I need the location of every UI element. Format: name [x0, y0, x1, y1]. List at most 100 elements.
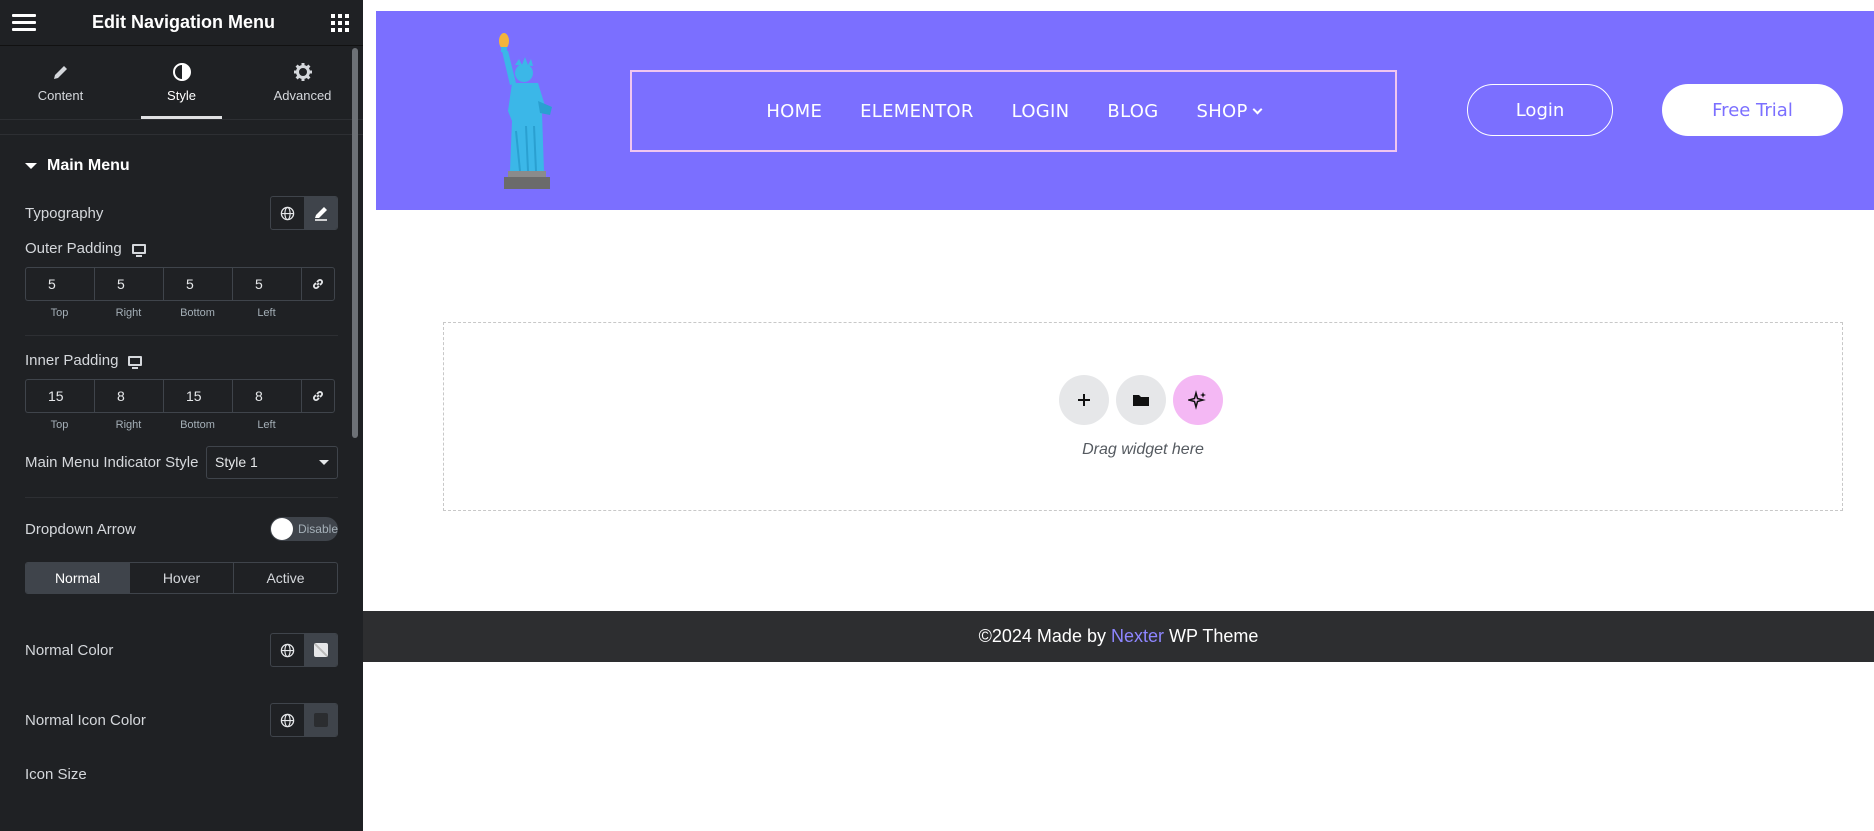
normal-icon-color-buttons	[270, 703, 338, 737]
outer-padding-label: Outer Padding	[25, 240, 122, 257]
tab-active[interactable]: Active	[233, 563, 337, 593]
inner-padding-control: Inner Padding 15 Top 8 Right 15 Bottom 8 Lef…	[25, 352, 338, 431]
caption-bottom: Bottom	[180, 307, 215, 319]
color-swatch[interactable]	[304, 634, 337, 666]
nav-item-home[interactable]: HOME	[766, 101, 822, 122]
normal-icon-color-control: Normal Icon Color	[25, 703, 338, 737]
nav-item-shop[interactable]: SHOP	[1196, 100, 1263, 122]
normal-icon-color-label: Normal Icon Color	[25, 711, 146, 729]
caret-down-icon	[25, 162, 37, 169]
nav-item-login[interactable]: LOGIN	[1012, 101, 1070, 122]
edit-icon[interactable]	[304, 197, 337, 229]
nav-item-blog[interactable]: BLOG	[1107, 101, 1158, 122]
chevron-down-icon	[1252, 104, 1263, 114]
caption-top: Top	[50, 419, 69, 431]
icon-size-control: Icon Size	[25, 764, 338, 784]
indicator-value: Style 1	[215, 454, 258, 470]
widget-drop-zone[interactable]: Drag widget here	[443, 322, 1843, 511]
pencil-icon	[51, 62, 71, 82]
drop-zone-text: Drag widget here	[1082, 441, 1204, 458]
editor-panel: Edit Navigation Menu Content Style Advan…	[0, 0, 363, 831]
caption-left: Left	[257, 307, 276, 319]
folder-icon	[1133, 395, 1149, 406]
gear-icon	[293, 62, 313, 82]
navigation-menu: HOME ELEMENTOR LOGIN BLOG SHOP	[630, 70, 1397, 152]
link-icon[interactable]	[301, 267, 335, 301]
link-icon[interactable]	[301, 379, 335, 413]
tab-style[interactable]: Style	[121, 46, 242, 119]
plus-icon	[1078, 394, 1090, 406]
inner-padding-left[interactable]: 8	[232, 379, 301, 413]
indicator-select[interactable]: Style 1	[206, 445, 338, 479]
caption-top: Top	[50, 307, 69, 319]
desktop-icon[interactable]	[128, 355, 143, 369]
globe-icon[interactable]	[271, 634, 304, 666]
nav-item-elementor[interactable]: ELEMENTOR	[860, 101, 974, 122]
inner-padding-bottom[interactable]: 15	[163, 379, 232, 413]
sparkle-icon	[1188, 390, 1206, 410]
menu-icon[interactable]	[12, 14, 36, 31]
panel-tabs: Content Style Advanced	[0, 46, 363, 120]
indicator-control: Main Menu Indicator Style Style 1	[25, 445, 338, 479]
typography-control: Typography	[25, 196, 338, 230]
normal-color-label: Normal Color	[25, 641, 114, 659]
dropdown-arrow-control: Dropdown Arrow Disable	[25, 516, 338, 542]
inner-padding-label: Inner Padding	[25, 352, 119, 369]
login-button[interactable]: Login	[1467, 84, 1613, 136]
template-library-button[interactable]	[1116, 375, 1166, 425]
panel-title: Edit Navigation Menu	[91, 12, 275, 32]
footer-prefix: ©2024 Made by	[978, 626, 1106, 646]
dropdown-arrow-label: Dropdown Arrow	[25, 520, 136, 538]
tab-advanced[interactable]: Advanced	[242, 46, 363, 119]
outer-padding-top[interactable]: 5	[25, 267, 94, 301]
panel-scrollbar[interactable]	[352, 48, 358, 438]
panel-header: Edit Navigation Menu	[0, 0, 363, 46]
inner-padding-fields: 15 Top 8 Right 15 Bottom 8 Left	[25, 379, 338, 431]
drop-zone-actions	[1059, 375, 1223, 425]
caption-right: Right	[115, 307, 142, 319]
outer-padding-bottom[interactable]: 5	[163, 267, 232, 301]
desktop-icon[interactable]	[131, 243, 146, 257]
outer-padding-control: Outer Padding 5 Top 5 Right 5 Bottom 5 Left	[25, 240, 338, 319]
icon-size-label: Icon Size	[25, 765, 87, 783]
state-tabs: Normal Hover Active	[25, 562, 338, 594]
outer-padding-left[interactable]: 5	[232, 267, 301, 301]
globe-icon[interactable]	[271, 704, 304, 736]
globe-icon[interactable]	[271, 197, 304, 229]
statue-of-liberty-logo[interactable]	[486, 21, 566, 201]
app-window: Edit Navigation Menu Content Style Advan…	[0, 0, 1874, 831]
typography-buttons	[270, 196, 338, 230]
panel-body: Main Menu Typography Outer Padding 5 Top…	[0, 134, 363, 784]
tab-normal[interactable]: Normal	[26, 563, 129, 593]
caption-left: Left	[257, 419, 276, 431]
tab-content[interactable]: Content	[0, 46, 121, 119]
dropdown-arrow-toggle[interactable]: Disable	[270, 517, 338, 541]
section-title: Main Menu	[47, 156, 130, 174]
normal-color-control: Normal Color	[25, 633, 338, 667]
page-preview: HOME ELEMENTOR LOGIN BLOG SHOP Login Fre…	[363, 0, 1874, 831]
color-swatch[interactable]	[304, 704, 337, 736]
section-main-menu[interactable]: Main Menu	[0, 134, 363, 196]
outer-padding-right[interactable]: 5	[94, 267, 163, 301]
toggle-text: Disable	[297, 522, 338, 536]
ai-button[interactable]	[1173, 375, 1223, 425]
toggle-knob	[271, 518, 293, 540]
outer-padding-fields: 5 Top 5 Right 5 Bottom 5 Left	[25, 267, 338, 319]
chevron-down-icon	[319, 459, 329, 465]
inner-padding-right[interactable]: 8	[94, 379, 163, 413]
inner-padding-top[interactable]: 15	[25, 379, 94, 413]
normal-color-buttons	[270, 633, 338, 667]
apps-grid-icon[interactable]	[330, 13, 349, 32]
footer-brand-link[interactable]: Nexter	[1111, 626, 1164, 647]
nav-item-shop-label: SHOP	[1196, 100, 1248, 122]
typography-label: Typography	[25, 204, 104, 222]
tab-label: Advanced	[273, 88, 332, 103]
add-section-button[interactable]	[1059, 375, 1109, 425]
indicator-label: Main Menu Indicator Style	[25, 453, 199, 471]
contrast-icon	[172, 62, 192, 82]
caption-right: Right	[115, 419, 142, 431]
free-trial-button[interactable]: Free Trial	[1662, 84, 1843, 136]
tab-label: Content	[37, 88, 84, 103]
tab-hover[interactable]: Hover	[129, 563, 233, 593]
tab-label: Style	[167, 88, 196, 103]
